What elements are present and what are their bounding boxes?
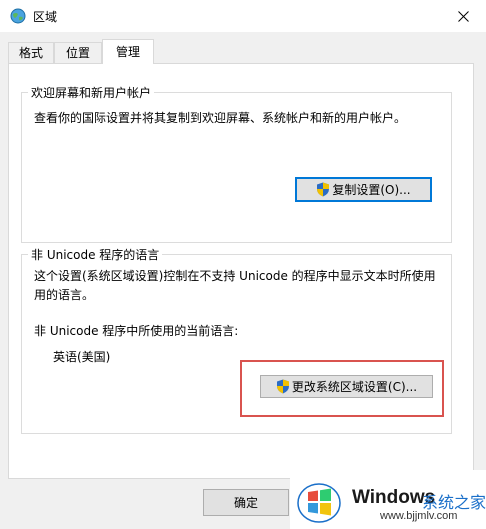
close-button[interactable] — [440, 0, 486, 32]
welcome-group: 欢迎屏幕和新用户帐户 查看你的国际设置并将其复制到欢迎屏幕、系统帐户和新的用户帐… — [21, 84, 452, 243]
copy-settings-label: 复制设置(O)... — [332, 183, 411, 197]
welcome-group-title: 欢迎屏幕和新用户帐户 — [28, 84, 155, 101]
welcome-description: 查看你的国际设置并将其复制到欢迎屏幕、系统帐户和新的用户帐户。 — [34, 111, 407, 125]
close-icon — [457, 10, 469, 22]
site-watermark: Windows 系统之家 www.bjjmlv.com — [290, 470, 486, 529]
tab-location[interactable]: 位置 — [54, 42, 102, 63]
window-title: 区域 — [33, 10, 58, 24]
tab-administrative[interactable]: 管理 — [102, 39, 154, 64]
tab-format[interactable]: 格式 — [8, 42, 54, 63]
region-dialog: 区域 格式 位置 管理 欢迎屏幕和新用户帐户 查看你的国际设置并将其复制到欢迎屏… — [0, 0, 486, 529]
ok-button[interactable]: 确定 — [203, 489, 289, 516]
unicode-description-line1: 这个设置(系统区域设置)控制在不支持 Unicode 的程序中显示文本时所使用 — [34, 269, 436, 283]
copy-settings-button[interactable]: 复制设置(O)... — [295, 177, 432, 202]
current-language-value: 英语(美国) — [53, 350, 111, 364]
globe-icon — [10, 8, 26, 24]
unicode-group-title: 非 Unicode 程序的语言 — [28, 246, 163, 263]
highlight-box — [240, 360, 444, 417]
uac-shield-icon — [317, 182, 330, 197]
unicode-description-line2: 用的语言。 — [34, 288, 95, 302]
current-language-label: 非 Unicode 程序中所使用的当前语言: — [34, 324, 239, 338]
title-bar: 区域 — [0, 0, 486, 32]
windows-logo-icon — [297, 483, 341, 523]
watermark-url: www.bjjmlv.com — [380, 510, 458, 522]
